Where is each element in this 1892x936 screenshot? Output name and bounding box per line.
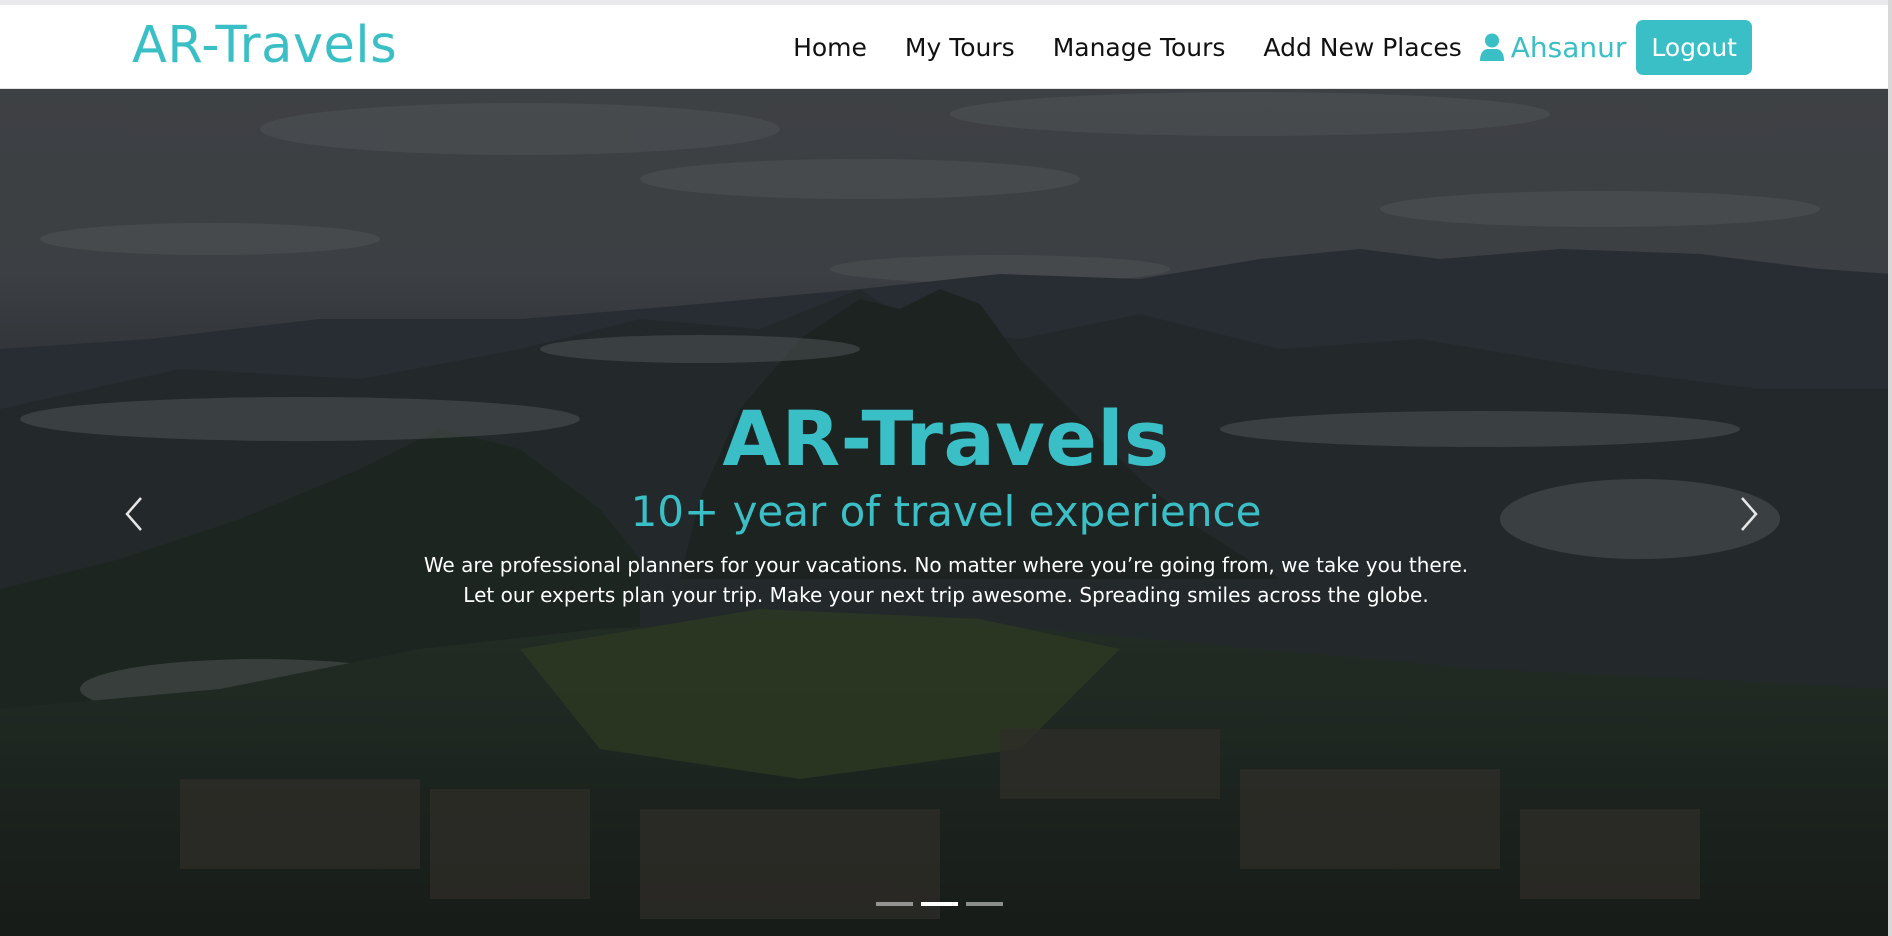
carousel-indicators [876,902,1011,906]
user-profile: Ahsanur [1479,30,1627,64]
carousel-indicator-3[interactable] [966,902,1003,906]
chevron-right-icon [1741,497,1758,531]
carousel-indicator-2[interactable] [921,902,958,906]
nav-link-home[interactable]: Home [793,33,867,62]
user-icon [1479,33,1504,61]
hero-carousel: AR-Travels 10+ year of travel experience… [0,89,1892,936]
user-name: Ahsanur [1510,30,1627,64]
hero-description: We are professional planners for your va… [423,553,1469,607]
carousel-indicator-1[interactable] [876,902,913,906]
nav-link-manage-tours[interactable]: Manage Tours [1053,33,1226,62]
hero-subtitle: 10+ year of travel experience [630,487,1262,536]
brand-logo[interactable]: AR-Travels [132,13,397,79]
hero-title: AR-Travels [722,394,1170,483]
nav-link-add-new-places[interactable]: Add New Places [1263,33,1461,62]
carousel-next-button[interactable] [1728,484,1768,544]
logout-button[interactable]: Logout [1636,19,1752,75]
navbar: AR-Travels Home My Tours Manage Tours Ad… [0,5,1892,89]
nav-link-my-tours[interactable]: My Tours [905,33,1015,62]
nav-links: Home My Tours Manage Tours Add New Place… [793,17,1752,77]
chevron-left-icon [125,497,142,531]
page-scrollbar[interactable] [1888,0,1892,936]
hero-caption: AR-Travels 10+ year of travel experience… [0,394,1892,610]
carousel-prev-button[interactable] [115,484,155,544]
